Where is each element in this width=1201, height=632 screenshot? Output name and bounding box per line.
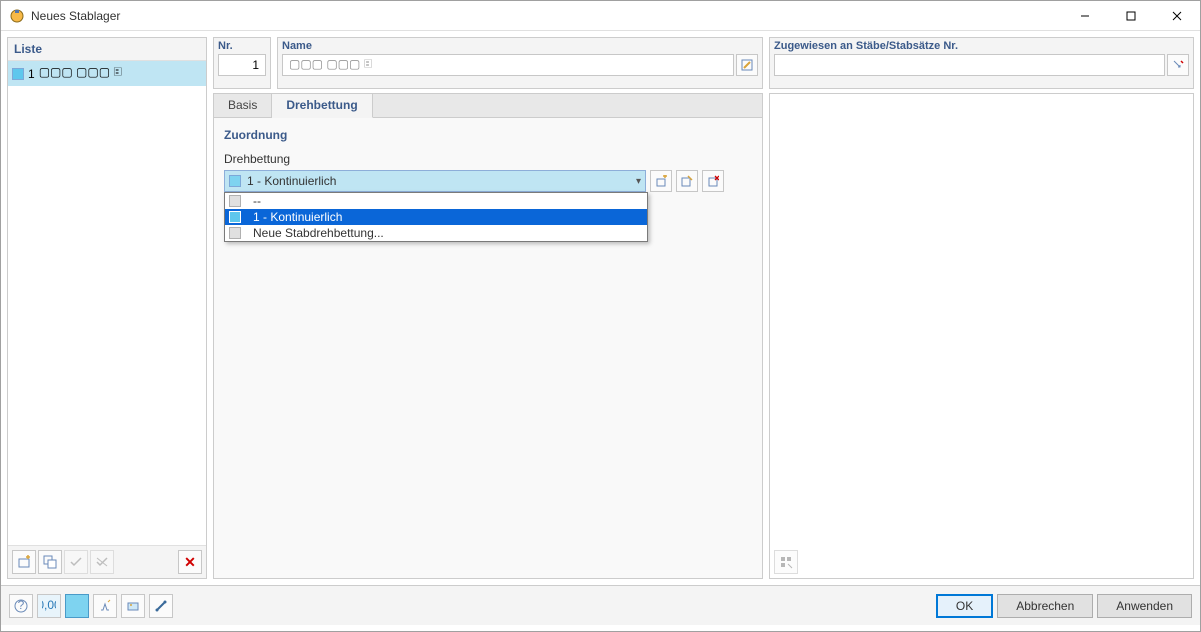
units-button[interactable]: 0,00 [37, 594, 61, 618]
tab-basis[interactable]: Basis [214, 94, 272, 117]
assigned-input[interactable] [774, 54, 1165, 76]
main-area: Liste 1 ▢▢▢ ▢▢▢ 🗉 ✕ Nr. Name [1, 31, 1200, 585]
app-icon [9, 8, 25, 24]
list-toolbar: ✕ [8, 545, 206, 578]
ok-button[interactable]: OK [936, 594, 993, 618]
delete-button[interactable]: ✕ [178, 550, 202, 574]
delete-drehbettung-button[interactable] [702, 170, 724, 192]
list-panel: Liste 1 ▢▢▢ ▢▢▢ 🗉 ✕ [7, 37, 207, 579]
preview-panel [769, 93, 1194, 579]
dropdown-option-none[interactable]: -- [225, 193, 647, 209]
pick-members-button[interactable] [1167, 54, 1189, 76]
list-item[interactable]: 1 ▢▢▢ ▢▢▢ 🗉 [8, 61, 206, 86]
item-number: 1 [28, 67, 35, 81]
apply-button[interactable]: Anwenden [1097, 594, 1192, 618]
spring-button[interactable] [93, 594, 117, 618]
right-area: Nr. Name Zugewiesen an Stäbe/Stabsätze N… [213, 37, 1194, 579]
top-row: Nr. Name Zugewiesen an Stäbe/Stabsätze N… [213, 37, 1194, 89]
svg-text:0,00: 0,00 [42, 599, 56, 612]
item-color-swatch [12, 68, 24, 80]
uncheck-button[interactable] [90, 550, 114, 574]
tab-drehbettung[interactable]: Drehbettung [272, 94, 372, 118]
dropdown-option-new[interactable]: Neue Stabdrehbettung... [225, 225, 647, 241]
tab-panel: Basis Drehbettung Zuordnung Drehbettung … [213, 93, 763, 579]
name-box: Name [277, 37, 763, 89]
combo-swatch [229, 175, 241, 187]
group-zuordnung: Zuordnung [224, 128, 752, 142]
nr-input[interactable] [218, 54, 266, 76]
titlebar: Neues Stablager [1, 1, 1200, 31]
new-drehbettung-button[interactable] [650, 170, 672, 192]
cancel-button[interactable]: Abbrechen [997, 594, 1093, 618]
chevron-down-icon: ▾ [636, 176, 641, 187]
option-label: Neue Stabdrehbettung... [253, 226, 384, 240]
edit-drehbettung-button[interactable] [676, 170, 698, 192]
option-swatch [229, 227, 241, 239]
list-header: Liste [8, 38, 206, 61]
option-swatch [229, 195, 241, 207]
edit-name-button[interactable] [736, 54, 758, 76]
new-item-button[interactable] [12, 550, 36, 574]
maximize-button[interactable] [1108, 1, 1154, 30]
window-title: Neues Stablager [31, 9, 120, 23]
bottom-row: Basis Drehbettung Zuordnung Drehbettung … [213, 93, 1194, 579]
drehbettung-label: Drehbettung [224, 152, 752, 166]
tabs: Basis Drehbettung [214, 94, 762, 118]
drehbettung-dropdown: -- 1 - Kontinuierlich Neue Stabdrehbettu… [224, 192, 648, 242]
window-controls [1062, 1, 1200, 30]
assigned-box: Zugewiesen an Stäbe/Stabsätze Nr. [769, 37, 1194, 89]
color-button[interactable] [65, 594, 89, 618]
assigned-label: Zugewiesen an Stäbe/Stabsätze Nr. [774, 40, 1189, 52]
nr-label: Nr. [218, 40, 266, 52]
tab-body: Zuordnung Drehbettung 1 - Kontinuierlich… [214, 118, 762, 578]
minimize-button[interactable] [1062, 1, 1108, 30]
option-swatch [229, 211, 241, 223]
help-button[interactable]: ? [9, 594, 33, 618]
drehbettung-combo[interactable]: 1 - Kontinuierlich ▾ -- 1 - Kontinuierli… [224, 170, 646, 192]
check-button[interactable] [64, 550, 88, 574]
name-input[interactable] [282, 54, 734, 76]
preview-settings-button[interactable] [774, 550, 798, 574]
combo-selected: 1 - Kontinuierlich [247, 174, 636, 188]
graphic-button[interactable] [121, 594, 145, 618]
name-label: Name [282, 40, 758, 52]
nr-box: Nr. [213, 37, 271, 89]
list-body: 1 ▢▢▢ ▢▢▢ 🗉 [8, 61, 206, 545]
svg-text:?: ? [18, 599, 25, 612]
close-button[interactable] [1154, 1, 1200, 30]
dropdown-option-kontinuierlich[interactable]: 1 - Kontinuierlich [225, 209, 647, 225]
item-label: ▢▢▢ ▢▢▢ 🗉 [39, 63, 122, 84]
option-label: 1 - Kontinuierlich [253, 210, 342, 224]
dialog-footer: ? 0,00 OK Abbrechen Anwenden [1, 585, 1200, 625]
option-label: -- [253, 194, 261, 208]
copy-item-button[interactable] [38, 550, 62, 574]
member-button[interactable] [149, 594, 173, 618]
